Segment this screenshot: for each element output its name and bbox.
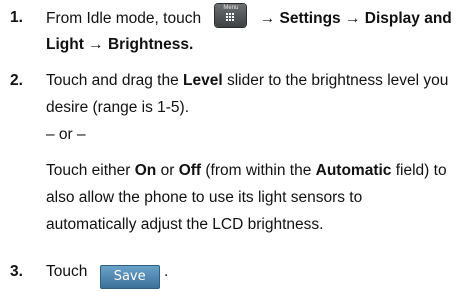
menu-key-label: Menu [223,5,239,11]
menu-path: → Settings → Display and [259,10,452,27]
step-body: Touch Save . [46,258,464,289]
step-line: desire (range is 1-5). [46,99,190,116]
step-number: 1. [10,9,23,26]
step-body: Touch and drag the Level slider to the b… [46,67,464,238]
instructions: 1. From Idle mode, touch Menu → Settings… [0,0,471,292]
save-button: Save [99,265,160,289]
off-term: Off [178,162,202,179]
step-text: From Idle mode, touch [46,10,202,27]
step-line: automatically adjust the LCD brightness. [46,216,324,233]
menu-key: Menu [215,4,247,27]
or-separator: – or – [46,126,86,143]
automatic-term: Automatic [315,162,392,179]
level-term: Level [183,72,223,89]
step-line: Touch and drag the Level slider to the b… [46,67,464,94]
period: . [164,263,169,280]
on-term: On [134,162,157,179]
step-text: Touch [46,263,88,280]
step-line: also allow the phone to use its light se… [46,189,363,206]
step-line: From Idle mode, touch Menu → Settings → … [46,4,464,31]
step-text: Touch either [46,162,135,179]
step-line: Touch either On or Off (from within the … [46,157,464,184]
step-text: or [156,162,179,179]
step-line: Touch Save . [46,258,464,289]
menu-grid-icon [226,13,235,22]
step-text: Touch and drag the [46,72,184,89]
menu-path-continued: Light → Brightness. [46,36,194,53]
step-text: slider to the brightness level you [222,72,449,89]
step-text: (from within the [201,162,316,179]
step-body: From Idle mode, touch Menu → Settings → … [46,4,464,58]
step-text: field) to [391,162,447,179]
step-number: 3. [10,263,23,280]
step-number: 2. [10,72,23,89]
